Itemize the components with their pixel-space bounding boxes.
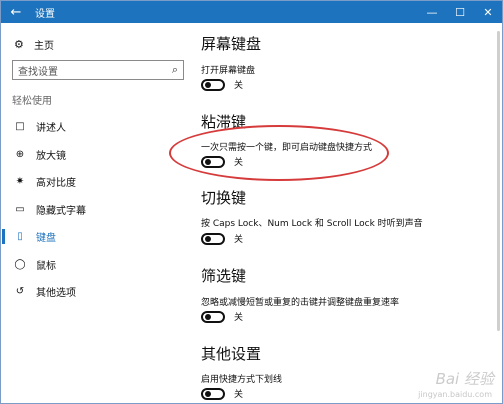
- settings-window: ← 设置 — ☐ ✕ ⚙ 主页 查找设置 ⌕ 轻松使用 □ 讲述人 ⊕ 放大镜 …: [0, 0, 503, 404]
- toggle-state: 关: [234, 81, 244, 91]
- sidebar-item-label: 高对比度: [36, 178, 76, 190]
- sidebar-item-label: 放大镜: [36, 150, 66, 162]
- toggle-switch[interactable]: [201, 310, 225, 323]
- brightness-icon: ✷: [15, 176, 25, 188]
- sidebar-item-mouse[interactable]: ◯ 鼠标: [2, 251, 192, 279]
- search-placeholder: 查找设置: [18, 66, 58, 78]
- keyboard-icon: ▯: [17, 231, 23, 243]
- section-desc-other-settings: 启用快捷方式下划线: [201, 375, 283, 385]
- back-arrow-icon[interactable]: ←: [1, 1, 31, 23]
- toggle-toggle-keys[interactable]: 关: [201, 232, 243, 245]
- sidebar: ⚙ 主页 查找设置 ⌕ 轻松使用 □ 讲述人 ⊕ 放大镜 ✷ 高对比度 ▭ 隐藏…: [2, 23, 192, 403]
- sidebar-item-high-contrast[interactable]: ✷ 高对比度: [2, 168, 192, 196]
- toggle-filter-keys[interactable]: 关: [201, 310, 243, 323]
- section-title-toggle-keys: 切换键: [201, 189, 247, 207]
- mouse-icon: ◯: [14, 258, 26, 270]
- toggle-state: 关: [234, 390, 244, 400]
- section-title-on-screen-keyboard: 屏幕键盘: [201, 35, 262, 53]
- sidebar-nav: □ 讲述人 ⊕ 放大镜 ✷ 高对比度 ▭ 隐藏式字幕 ▯ 键盘 ◯ 鼠标 ↺ 其…: [2, 113, 192, 306]
- toggle-state: 关: [234, 235, 244, 245]
- sidebar-item-other-options[interactable]: ↺ 其他选项: [2, 278, 192, 306]
- section-desc-on-screen-keyboard: 打开屏幕键盘: [201, 66, 256, 76]
- sidebar-item-closed-captions[interactable]: ▭ 隐藏式字幕: [2, 196, 192, 224]
- toggle-sticky-keys[interactable]: 关: [201, 155, 243, 168]
- main-content: 屏幕键盘 打开屏幕键盘 关 粘滞键 一次只需按一个键，即可启动键盘快捷方式 关 …: [201, 23, 501, 403]
- other-options-icon: ↺: [15, 286, 25, 298]
- toggle-state: 关: [234, 313, 244, 323]
- gear-icon: ⚙: [14, 38, 24, 51]
- sidebar-home[interactable]: ⚙ 主页: [14, 37, 54, 52]
- narrator-icon: □: [15, 121, 25, 133]
- toggle-on-screen-keyboard[interactable]: 关: [201, 78, 243, 91]
- toggle-state: 关: [234, 158, 244, 168]
- magnifier-icon: ⊕: [15, 148, 25, 160]
- toggle-switch[interactable]: [201, 232, 225, 245]
- search-input[interactable]: 查找设置 ⌕: [12, 60, 184, 80]
- toggle-switch[interactable]: [201, 78, 225, 91]
- section-title-sticky-keys: 粘滞键: [201, 113, 247, 131]
- toggle-switch[interactable]: [201, 387, 225, 400]
- scrollbar[interactable]: [497, 31, 500, 331]
- group-label: 轻松使用: [12, 96, 52, 107]
- sidebar-item-label: 键盘: [36, 233, 56, 245]
- captions-icon: ▭: [15, 203, 25, 215]
- maximize-icon[interactable]: ☐: [446, 1, 474, 23]
- sidebar-item-label: 隐藏式字幕: [36, 205, 86, 217]
- sidebar-item-label: 其他选项: [36, 288, 76, 300]
- search-icon[interactable]: ⌕: [172, 63, 178, 77]
- section-desc-toggle-keys: 按 Caps Lock、Num Lock 和 Scroll Lock 时听到声音: [201, 219, 423, 229]
- sidebar-item-label: 讲述人: [36, 123, 66, 135]
- toggle-switch[interactable]: [201, 155, 225, 168]
- section-title-other-settings: 其他设置: [201, 345, 262, 363]
- section-title-filter-keys: 筛选键: [201, 267, 247, 285]
- title-bar: ← 设置 — ☐ ✕: [1, 1, 502, 23]
- close-icon[interactable]: ✕: [474, 1, 502, 23]
- watermark-logo: Bai 经验: [435, 370, 494, 388]
- window-title: 设置: [35, 8, 55, 20]
- sidebar-item-magnifier[interactable]: ⊕ 放大镜: [2, 141, 192, 169]
- watermark-url: jingyan.baidu.com: [418, 390, 492, 399]
- sidebar-item-narrator[interactable]: □ 讲述人: [2, 113, 192, 141]
- minimize-icon[interactable]: —: [418, 1, 446, 23]
- sidebar-item-label: 鼠标: [36, 260, 56, 272]
- sidebar-item-keyboard[interactable]: ▯ 键盘: [2, 223, 192, 251]
- section-desc-filter-keys: 忽略或减慢短暂或重复的击键并调整键盘重复速率: [201, 298, 400, 308]
- home-label: 主页: [34, 41, 54, 52]
- toggle-other-settings[interactable]: 关: [201, 387, 243, 400]
- section-desc-sticky-keys: 一次只需按一个键，即可启动键盘快捷方式: [201, 143, 373, 153]
